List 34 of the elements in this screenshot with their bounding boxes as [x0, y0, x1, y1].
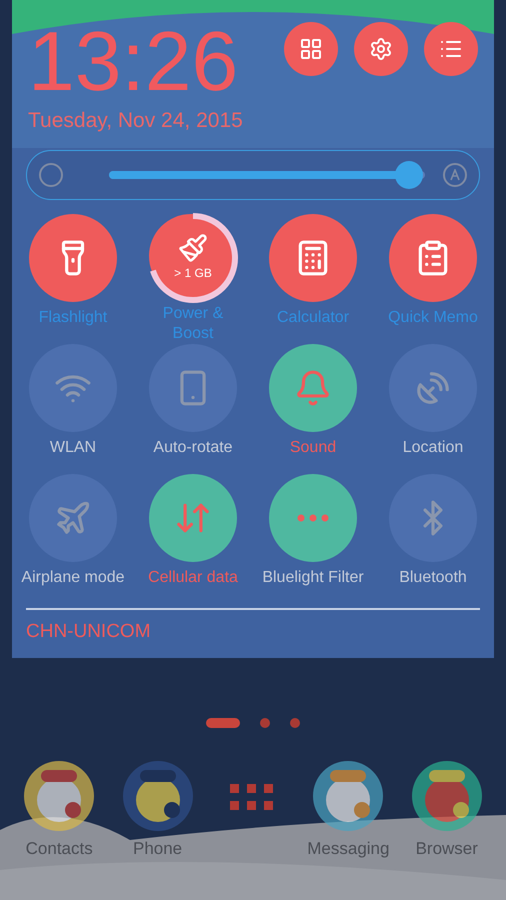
clock-date: Tuesday, Nov 24, 2015	[28, 108, 243, 134]
brightness-slider[interactable]	[26, 150, 480, 200]
tile-label: Sound	[290, 438, 336, 458]
tile-label: Bluelight Filter	[262, 568, 364, 588]
satellite-dish-icon	[414, 369, 452, 407]
slider-thumb[interactable]	[395, 161, 424, 189]
airplane-icon	[54, 499, 92, 537]
app-drawer-icon[interactable]	[230, 784, 276, 810]
grid-icon	[299, 37, 323, 61]
tile-label: Location	[402, 438, 464, 458]
tile-label: WLAN	[50, 438, 96, 458]
clock-time: 13:26	[28, 16, 240, 106]
page-indicator[interactable]	[260, 718, 270, 728]
memory-reading: > 1 GB	[174, 267, 212, 279]
list-button[interactable]	[424, 22, 478, 76]
settings-icon	[369, 37, 393, 61]
tile-label: Bluetooth	[399, 568, 467, 588]
settings-button[interactable]	[354, 22, 408, 76]
carrier-name: CHN-UNICOM	[26, 620, 151, 644]
page-indicator[interactable]	[290, 718, 300, 728]
tile-label: Auto-rotate	[153, 438, 233, 458]
page-indicator[interactable]	[206, 718, 240, 728]
dots-icon	[297, 514, 329, 522]
tile-label: Calculator	[276, 308, 350, 328]
tile-label: Power & Boost	[162, 304, 224, 344]
tile-label: Airplane mode	[21, 568, 125, 588]
tile-label: Flashlight	[38, 308, 108, 328]
auto-brightness-icon	[443, 163, 467, 187]
tile-label: Cellular data	[148, 568, 238, 588]
tile-label: Quick Memo	[388, 308, 478, 328]
bell-icon	[294, 369, 332, 407]
brush-icon	[178, 233, 208, 263]
low-brightness-icon	[39, 163, 63, 187]
grid-button[interactable]	[284, 22, 338, 76]
